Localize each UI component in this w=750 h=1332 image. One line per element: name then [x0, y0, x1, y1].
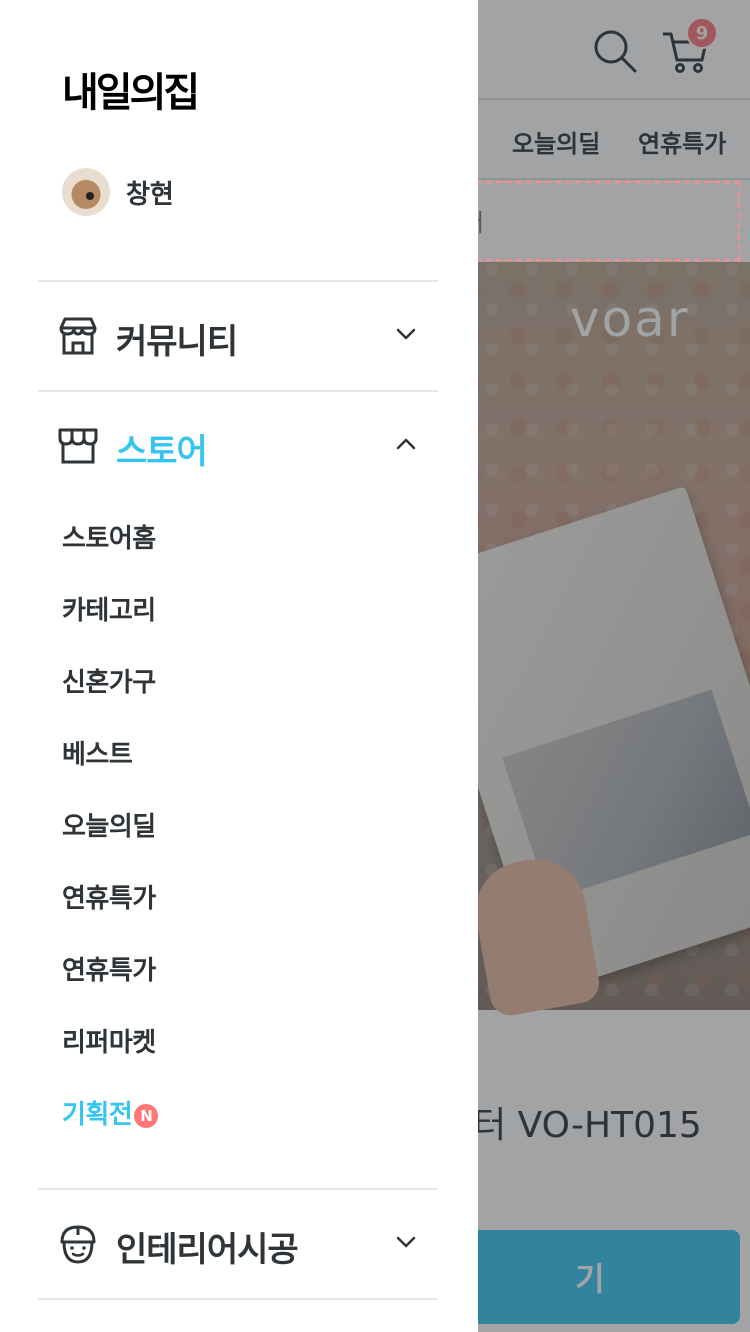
- chevron-down-icon[interactable]: [394, 322, 418, 346]
- store-menu-item[interactable]: 신혼가구: [62, 662, 156, 699]
- section-interior[interactable]: 인테리어시공: [38, 1192, 438, 1300]
- store-menu-item[interactable]: 카테고리: [62, 590, 156, 627]
- store-menu-item[interactable]: 리퍼마켓: [62, 1022, 156, 1059]
- section-community[interactable]: 커뮤니티: [38, 284, 438, 392]
- store-menu-item[interactable]: 오늘의딜: [62, 806, 156, 843]
- divider: [38, 1188, 438, 1190]
- section-store-label: 스토어: [116, 432, 208, 472]
- divider: [38, 1298, 438, 1300]
- store-menu-item-label: 기획전: [62, 1100, 133, 1130]
- store-menu-item[interactable]: 스토어홈: [62, 518, 156, 555]
- divider: [38, 390, 438, 392]
- user-name: 창현: [126, 179, 174, 210]
- brand-logo[interactable]: 내일의집: [62, 60, 200, 118]
- section-interior-label: 인테리어시공: [116, 1230, 299, 1270]
- chevron-up-icon[interactable]: [394, 432, 418, 456]
- worker-helmet-icon: [60, 1225, 96, 1264]
- section-store[interactable]: 스토어: [38, 394, 438, 502]
- store-front-icon: [59, 317, 97, 355]
- store-menu-item[interactable]: 베스트: [62, 734, 133, 771]
- user-profile[interactable]: 창현: [62, 168, 174, 216]
- store-menu-item[interactable]: 연휴특가: [62, 950, 156, 987]
- chevron-down-icon[interactable]: [394, 1230, 418, 1254]
- side-drawer: 내일의집 창현 커뮤니티 스토어 스토어홈 카테고리 신혼가구 베스트 오늘의딜…: [0, 0, 478, 1332]
- new-badge: N: [134, 1103, 159, 1128]
- section-community-label: 커뮤니티: [116, 322, 238, 362]
- store-menu-item[interactable]: 연휴특가: [62, 878, 156, 915]
- store-menu-item-exhibition[interactable]: 기획전 N: [62, 1094, 159, 1131]
- divider: [38, 280, 438, 282]
- avatar: [62, 168, 110, 216]
- market-stall-icon: [58, 428, 98, 464]
